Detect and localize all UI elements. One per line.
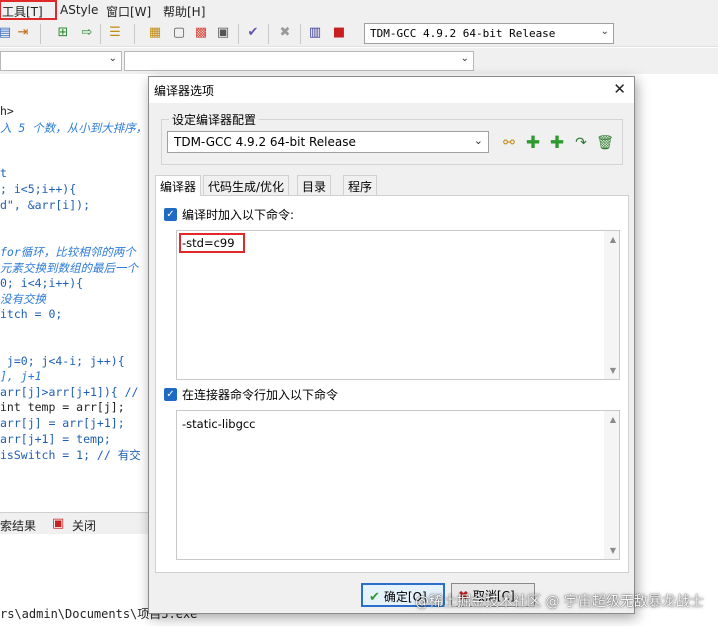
tab-compiler[interactable]: 编译器 bbox=[155, 175, 202, 196]
code-line: h> bbox=[0, 104, 14, 118]
bottom-tab-bar: 索结果 ▣ 关闭 bbox=[0, 512, 150, 534]
code-line: 入 5 个数，从小到大排序， bbox=[0, 120, 148, 135]
tab-directories[interactable]: 目录 bbox=[297, 175, 332, 195]
code-line: 没有交换 bbox=[0, 292, 46, 307]
indent-icon[interactable]: ▤ bbox=[0, 24, 14, 42]
chart-icon[interactable]: ▥ bbox=[306, 24, 324, 42]
toolbar-separator bbox=[238, 24, 239, 44]
code-line: arr[j]>arr[j+1]){ // bbox=[0, 384, 139, 399]
close-icon[interactable]: ✕ bbox=[613, 80, 626, 98]
add-bookmark-icon[interactable]: ⊞ bbox=[54, 24, 72, 42]
linker-cmd-textarea[interactable]: -static-libgcc ▲ ▼ bbox=[176, 410, 620, 560]
toolbar-separator bbox=[40, 24, 41, 44]
class-select[interactable]: ⌄ bbox=[0, 51, 122, 71]
highlight-box-tools-menu bbox=[0, 0, 57, 20]
redirect-icon[interactable]: ↷ bbox=[571, 133, 591, 153]
rename-config-icon[interactable]: ⚯ bbox=[499, 133, 519, 153]
code-line: d", &arr[i]); bbox=[0, 197, 91, 212]
list-icon[interactable]: ☰ bbox=[106, 24, 124, 42]
watermark: @稀土掘金技术社区 @ 宇宙超级无敌暴龙战士 bbox=[415, 594, 704, 610]
add-config-icon[interactable]: ✚ bbox=[523, 133, 543, 153]
code-line: ], j+1 bbox=[0, 369, 42, 384]
scroll-up-icon[interactable]: ▲ bbox=[610, 235, 616, 244]
tab-codegen[interactable]: 代码生成/优化 bbox=[203, 175, 290, 195]
code-editor[interactable]: h> 入 5 个数，从小到大排序， t; i<5;i++){d", &arr[i])… bbox=[0, 96, 150, 540]
code-line: j=0; j<4-i; j++){ bbox=[0, 353, 125, 368]
profile-icon[interactable]: ■ bbox=[330, 24, 348, 42]
unindent-icon[interactable]: ⇥ bbox=[14, 24, 32, 42]
code-line: ; i<5;i++){ bbox=[0, 182, 77, 196]
toolbar-separator bbox=[268, 24, 269, 44]
chevron-down-icon: ⌄ bbox=[600, 26, 609, 37]
linker-cmd-checkbox-label: 在连接器命令行加入以下命令 bbox=[182, 388, 339, 402]
close-icon: ▣ bbox=[52, 516, 65, 531]
window-icon[interactable]: ▢ bbox=[170, 24, 188, 42]
goto-icon[interactable]: ⇨ bbox=[78, 24, 96, 42]
code-line: itch = 0; bbox=[0, 306, 63, 321]
menu-help[interactable]: 帮助[H] bbox=[163, 3, 205, 20]
menu-bar: 工具[T] AStyle 窗口[W] 帮助[H] bbox=[0, 0, 718, 20]
code-line: int temp = arr[j]; bbox=[0, 400, 125, 415]
check-syntax-icon[interactable]: ✔ bbox=[244, 24, 262, 42]
chevron-down-icon: ⌄ bbox=[108, 53, 117, 64]
chevron-down-icon: ⌄ bbox=[473, 134, 483, 147]
tile-icon[interactable]: ▦ bbox=[146, 24, 164, 42]
code-line: 0; i<4;i++){ bbox=[0, 275, 84, 290]
config-group-label: 设定编译器配置 bbox=[169, 111, 260, 128]
code-line: t bbox=[0, 166, 7, 181]
code-line: for循环，比较相邻的两个 bbox=[0, 245, 136, 260]
dialog-title: 编译器选项 bbox=[154, 84, 215, 98]
linker-cmd-value: -static-libgcc bbox=[182, 417, 256, 431]
tab-close[interactable]: 关闭 bbox=[72, 517, 96, 534]
code-line: arr[j] = arr[j+1]; bbox=[0, 416, 125, 430]
compiler-tab-panel: ✓ 编译时加入以下命令: -std=c99 ▲ ▼ ✓ 在连接器命令行加入以下命… bbox=[155, 195, 629, 573]
compiler-select-value: TDM-GCC 4.9.2 64-bit Release bbox=[370, 27, 556, 40]
compiler-config-value: TDM-GCC 4.9.2 64-bit Release bbox=[174, 135, 356, 149]
compiler-select[interactable]: TDM-GCC 4.9.2 64-bit Release ⌄ bbox=[364, 23, 614, 44]
scroll-down-icon[interactable]: ▼ bbox=[610, 366, 616, 375]
compiler-options-dialog: 编译器选项 ✕ 设定编译器配置 TDM-GCC 4.9.2 64-bit Rel… bbox=[148, 76, 635, 614]
delete-icon[interactable]: ✖ bbox=[276, 24, 294, 42]
member-select[interactable]: ⌄ bbox=[124, 51, 474, 71]
code-line: 元素交换到数组的最后一个 bbox=[0, 261, 138, 275]
scrollbar[interactable]: ▲ ▼ bbox=[604, 411, 619, 559]
menu-window[interactable]: 窗口[W] bbox=[106, 3, 151, 20]
scroll-down-icon[interactable]: ▼ bbox=[610, 546, 616, 555]
tab-search-results[interactable]: 索结果 bbox=[0, 517, 36, 534]
highlight-box-std bbox=[179, 233, 245, 253]
scroll-up-icon[interactable]: ▲ bbox=[610, 415, 616, 424]
scrollbar[interactable]: ▲ ▼ bbox=[604, 231, 619, 379]
dialog-titlebar: 编译器选项 ✕ bbox=[149, 77, 634, 103]
cascade-icon[interactable]: ▩ bbox=[192, 24, 210, 42]
linker-cmd-checkbox[interactable]: ✓ bbox=[164, 388, 177, 401]
compiler-config-select[interactable]: TDM-GCC 4.9.2 64-bit Release ⌄ bbox=[167, 131, 489, 153]
trash-icon[interactable]: 🗑 bbox=[595, 133, 615, 153]
add-config-copy-icon[interactable]: ✚ bbox=[547, 133, 567, 153]
chevron-down-icon: ⌄ bbox=[460, 53, 469, 64]
toolbar-separator bbox=[134, 24, 135, 44]
code-line: arr[j+1] = temp; bbox=[0, 431, 111, 446]
compiler-cmd-checkbox-label: 编译时加入以下命令: bbox=[182, 208, 295, 222]
compiler-cmd-textarea[interactable]: -std=c99 ▲ ▼ bbox=[176, 230, 620, 380]
toolbar-separator bbox=[300, 24, 301, 44]
code-line: isSwitch = 1; // 有交 bbox=[0, 448, 141, 463]
compiler-cmd-checkbox[interactable]: ✓ bbox=[164, 208, 177, 221]
menu-astyle[interactable]: AStyle bbox=[60, 3, 98, 17]
tab-programs[interactable]: 程序 bbox=[343, 175, 378, 195]
toolbar-separator bbox=[100, 24, 101, 44]
grid-icon[interactable]: ▣ bbox=[214, 24, 232, 42]
check-icon: ✔ bbox=[369, 590, 380, 605]
